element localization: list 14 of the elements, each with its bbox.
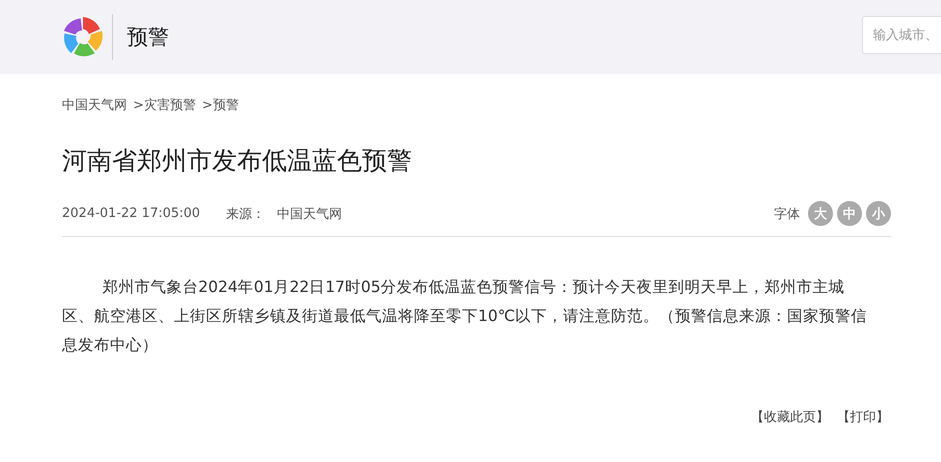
breadcrumb-link[interactable]: >灾害预警 xyxy=(133,96,196,114)
source-label: 来源： xyxy=(226,206,266,222)
action-link[interactable]: 【收藏此页】 xyxy=(751,408,829,426)
source-name: 中国天气网 xyxy=(277,206,342,222)
breadcrumb-link[interactable]: 中国天气网 xyxy=(62,96,127,114)
article-body: 郑州市气象台2024年01月22日17时05分发布低温蓝色预警信号：预计今天夜里到明天早上，郑州市主城区、航空港区、上街区所辖乡镇及街道最低气温将降至零下10℃以下，请注意防范。（预警信息来源：国家预警信息发布中心） xyxy=(62,277,868,356)
publish-time: 2024-01-22 17:05:00 xyxy=(62,206,200,221)
font-label: 字体 xyxy=(774,206,800,222)
breadcrumb-link[interactable]: >预警 xyxy=(202,96,239,114)
logo-icon xyxy=(62,16,104,58)
search-field[interactable]: 输入城市、 xyxy=(862,16,941,54)
action-link[interactable]: 【打印】 xyxy=(837,408,889,426)
page-title: 预警 xyxy=(127,24,169,51)
article-title: 河南省郑州市发布低温蓝色预警 xyxy=(62,145,413,177)
